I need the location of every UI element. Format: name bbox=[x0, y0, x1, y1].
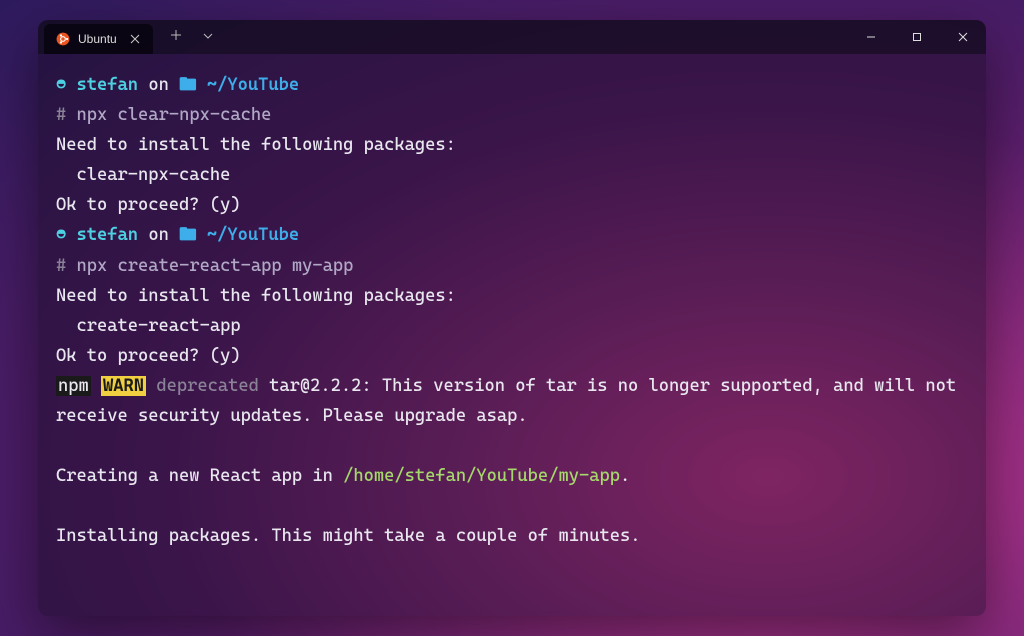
prompt-hash: # bbox=[56, 256, 66, 276]
creating-path: /home/stefan/YouTube/my-app bbox=[343, 466, 620, 486]
prompt-path: ~/YouTube bbox=[207, 225, 299, 245]
npm-badge: npm bbox=[56, 376, 91, 396]
window-controls bbox=[848, 20, 986, 54]
tab-ubuntu[interactable]: Ubuntu bbox=[44, 24, 153, 54]
command-text: npx clear-npx-cache bbox=[77, 105, 272, 125]
creating-dot: . bbox=[620, 466, 630, 486]
output-line: Ok to proceed? (y) bbox=[56, 190, 968, 220]
warn-line: npm WARN deprecated tar@2.2.2: This vers… bbox=[56, 371, 968, 431]
tab-dropdown-button[interactable] bbox=[199, 29, 217, 45]
prompt-user: stefan bbox=[77, 75, 139, 95]
minimize-button[interactable] bbox=[848, 20, 894, 54]
deprecated-label: deprecated bbox=[156, 376, 259, 396]
user-icon: ◓ bbox=[56, 70, 77, 100]
tab-actions bbox=[153, 20, 231, 54]
creating-line: Creating a new React app in /home/stefan… bbox=[56, 461, 968, 491]
creating-text: Creating a new React app in bbox=[56, 466, 343, 486]
warn-badge: WARN bbox=[101, 376, 146, 396]
tab-title: Ubuntu bbox=[78, 32, 117, 46]
prompt-line: ◓ stefan on 🖿 ~/YouTube bbox=[56, 70, 968, 100]
prompt-on: on bbox=[148, 225, 169, 245]
output-line: clear-npx-cache bbox=[56, 160, 968, 190]
installing-line: Installing packages. This might take a c… bbox=[56, 521, 968, 551]
titlebar: Ubuntu bbox=[38, 20, 986, 54]
maximize-button[interactable] bbox=[894, 20, 940, 54]
prompt-line: ◓ stefan on 🖿 ~/YouTube bbox=[56, 220, 968, 250]
folder-icon: 🖿 bbox=[179, 220, 207, 250]
new-tab-button[interactable] bbox=[167, 29, 185, 45]
prompt-on: on bbox=[148, 75, 169, 95]
ubuntu-icon bbox=[56, 32, 70, 46]
command-line: # npx create-react-app my-app bbox=[56, 251, 968, 281]
prompt-path: ~/YouTube bbox=[207, 75, 299, 95]
output-line: Need to install the following packages: bbox=[56, 130, 968, 160]
prompt-hash: # bbox=[56, 105, 66, 125]
output-line: create-react-app bbox=[56, 311, 968, 341]
terminal-body[interactable]: ◓ stefan on 🖿 ~/YouTube # npx clear-npx-… bbox=[38, 54, 986, 616]
terminal-window: Ubuntu ◓ stefan on 🖿 ~/Y bbox=[38, 20, 986, 616]
command-line: # npx clear-npx-cache bbox=[56, 100, 968, 130]
output-line: Ok to proceed? (y) bbox=[56, 341, 968, 371]
user-icon: ◓ bbox=[56, 220, 77, 250]
blank-line bbox=[56, 431, 968, 461]
folder-icon: 🖿 bbox=[179, 70, 207, 100]
output-line: Need to install the following packages: bbox=[56, 281, 968, 311]
close-button[interactable] bbox=[940, 20, 986, 54]
blank-line bbox=[56, 491, 968, 521]
tab-close-button[interactable] bbox=[127, 31, 143, 47]
command-text: npx create-react-app my-app bbox=[77, 256, 354, 276]
prompt-user: stefan bbox=[77, 225, 139, 245]
